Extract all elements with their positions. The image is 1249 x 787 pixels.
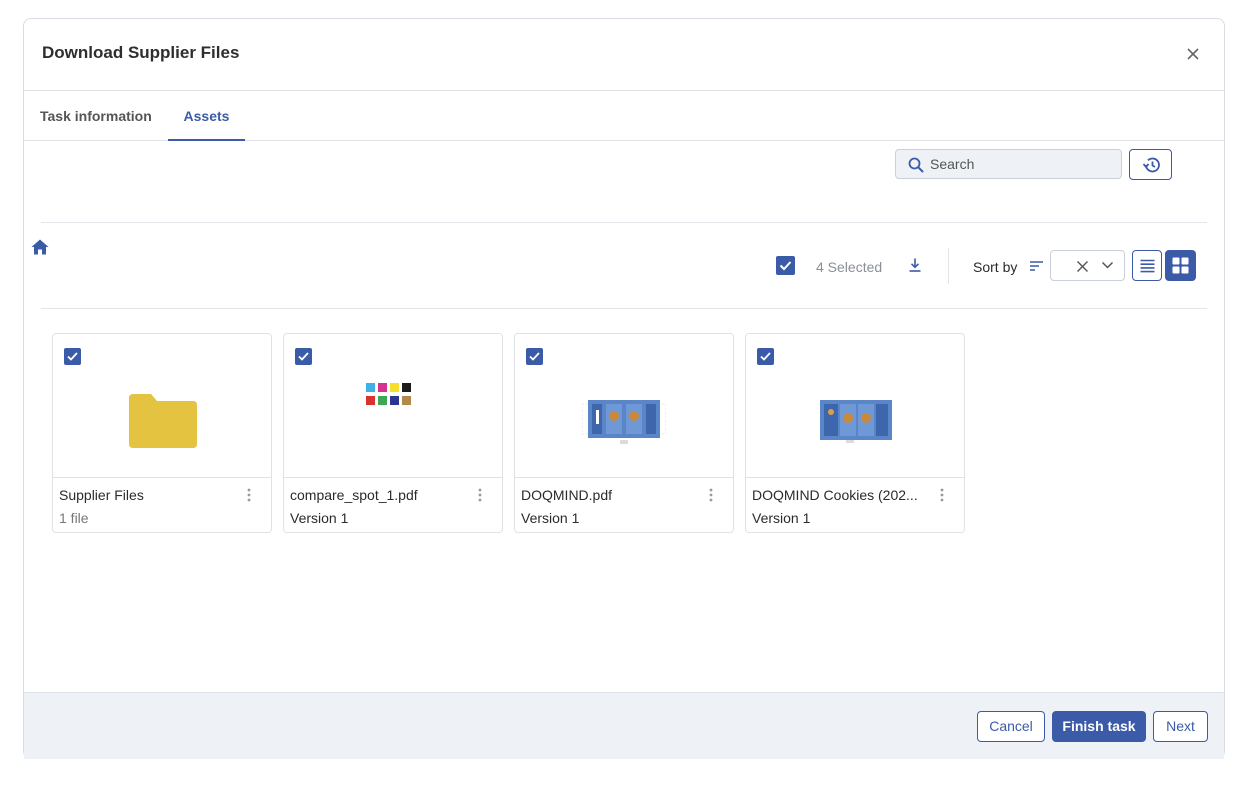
asset-card-doqmind-pdf[interactable]: DOQMIND.pdf Version 1	[514, 333, 734, 533]
toolbar-separator	[948, 248, 949, 284]
finish-task-button[interactable]: Finish task	[1052, 711, 1146, 742]
select-all-checkbox[interactable]	[776, 256, 795, 275]
dialog-footer: Cancel Finish task Next	[24, 692, 1224, 759]
toolbar-divider-bottom	[41, 308, 1207, 309]
list-view-icon	[1140, 259, 1155, 273]
chevron-down-icon	[1101, 261, 1114, 269]
home-button[interactable]	[30, 238, 50, 261]
package-preview	[582, 400, 666, 444]
next-button[interactable]: Next	[1153, 711, 1208, 742]
asset-checkbox[interactable]	[757, 348, 774, 365]
close-button[interactable]	[1184, 45, 1202, 63]
folder-icon	[129, 394, 197, 448]
home-icon	[31, 239, 49, 255]
asset-thumbnail	[53, 334, 271, 478]
asset-subtitle: Version 1	[752, 510, 811, 526]
color-swatch-preview	[366, 383, 411, 405]
toolbar-divider-top	[41, 222, 1207, 223]
close-icon	[1187, 48, 1199, 60]
asset-checkbox[interactable]	[526, 348, 543, 365]
download-icon	[909, 258, 921, 272]
check-icon	[298, 352, 309, 361]
asset-name: compare_spot_1.pdf	[290, 487, 418, 503]
dialog-header: Download Supplier Files	[24, 19, 1224, 91]
asset-thumbnail	[284, 334, 502, 478]
asset-subtitle: Version 1	[290, 510, 349, 526]
dialog-title: Download Supplier Files	[42, 43, 240, 62]
check-icon	[779, 261, 792, 271]
search-icon	[908, 157, 924, 173]
tab-assets[interactable]: Assets	[168, 91, 245, 141]
asset-card-supplier-files[interactable]: Supplier Files 1 file	[52, 333, 272, 533]
asset-card-doqmind-cookies[interactable]: DOQMIND Cookies (202... Version 1	[745, 333, 965, 533]
cancel-button[interactable]: Cancel	[977, 711, 1045, 742]
selected-count: 4 Selected	[816, 259, 883, 275]
list-view-button[interactable]	[1132, 250, 1162, 281]
asset-checkbox[interactable]	[295, 348, 312, 365]
package-preview	[820, 400, 892, 443]
asset-checkbox[interactable]	[64, 348, 81, 365]
sort-icon	[1030, 261, 1043, 271]
download-button[interactable]	[907, 257, 923, 278]
history-button[interactable]	[1129, 149, 1172, 180]
search-box[interactable]	[895, 149, 1122, 179]
sort-by-label: Sort by	[973, 259, 1018, 275]
sort-select[interactable]	[1050, 250, 1125, 281]
asset-card-compare-spot[interactable]: compare_spot_1.pdf Version 1	[283, 333, 503, 533]
asset-subtitle: Version 1	[521, 510, 580, 526]
kebab-menu-icon[interactable]	[478, 488, 482, 502]
kebab-menu-icon[interactable]	[709, 488, 713, 502]
check-icon	[67, 352, 78, 361]
asset-name: DOQMIND.pdf	[521, 487, 613, 503]
search-input[interactable]	[930, 155, 1110, 173]
tab-task-information[interactable]: Task information	[40, 91, 152, 141]
asset-thumbnail	[515, 334, 733, 478]
clear-icon[interactable]	[1076, 260, 1089, 273]
asset-thumbnail	[746, 334, 964, 478]
history-icon	[1142, 157, 1160, 173]
grid-view-button[interactable]	[1165, 250, 1196, 281]
tab-bar: Task information Assets	[24, 91, 1224, 141]
check-icon	[760, 352, 771, 361]
asset-subtitle: 1 file	[59, 510, 89, 526]
sort-order-button[interactable]	[1029, 259, 1044, 277]
kebab-menu-icon[interactable]	[940, 488, 944, 502]
kebab-menu-icon[interactable]	[247, 488, 251, 502]
asset-name: DOQMIND Cookies (202...	[752, 487, 918, 503]
check-icon	[529, 352, 540, 361]
asset-name: Supplier Files	[59, 487, 144, 503]
grid-view-icon	[1172, 257, 1189, 274]
